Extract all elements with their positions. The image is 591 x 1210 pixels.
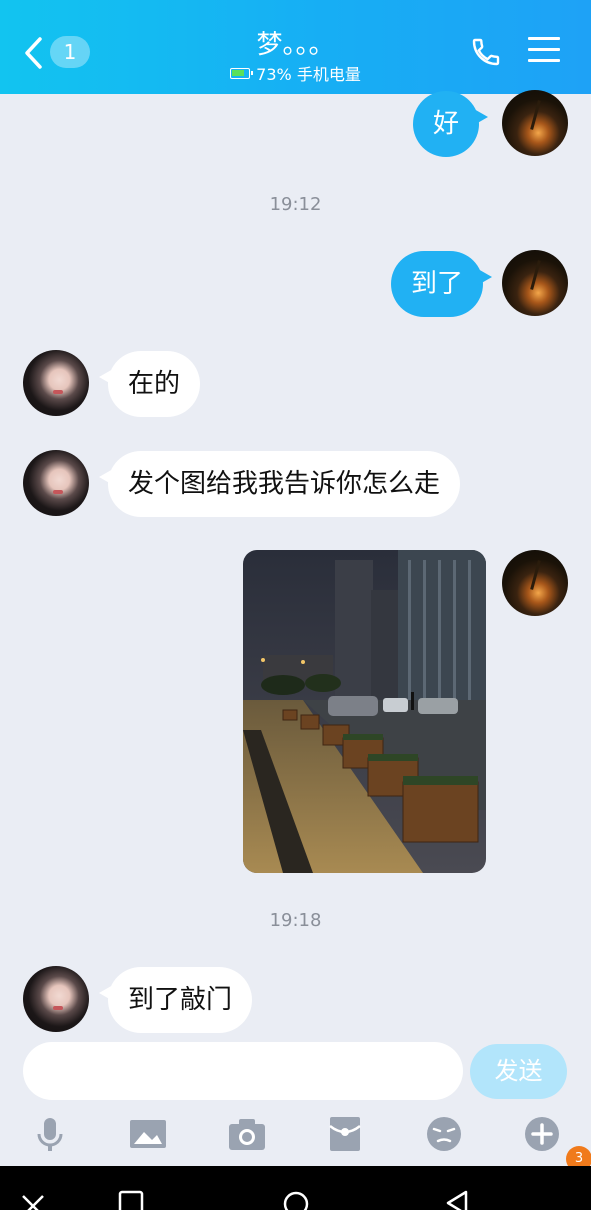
contact-name[interactable]: 梦。。。 xyxy=(150,24,441,61)
menu-icon xyxy=(528,37,560,40)
battery-status: 73% 手机电量 xyxy=(150,61,441,85)
back-nav-icon[interactable] xyxy=(444,1190,470,1210)
timestamp: 19:12 xyxy=(269,194,322,215)
menu-button[interactable] xyxy=(528,37,560,67)
contact-message-bubble[interactable]: 在的 xyxy=(98,351,201,417)
camera-icon[interactable] xyxy=(227,1114,267,1154)
my-avatar[interactable] xyxy=(502,550,568,616)
send-button[interactable]: 发送 xyxy=(470,1044,567,1099)
timestamp: 19:18 xyxy=(269,910,322,931)
plus-icon[interactable] xyxy=(522,1114,562,1154)
contact-avatar[interactable] xyxy=(23,450,89,516)
recent-apps-icon[interactable] xyxy=(118,1190,144,1210)
chat-header: 1 梦。。。 73% 手机电量 xyxy=(0,0,591,94)
image-icon[interactable] xyxy=(128,1114,168,1154)
message-input[interactable] xyxy=(23,1042,463,1100)
unread-count-badge: 1 xyxy=(50,36,90,68)
input-toolbar xyxy=(0,1110,591,1166)
phone-icon xyxy=(472,38,500,66)
battery-icon xyxy=(230,67,254,79)
chevron-left-icon xyxy=(25,37,42,69)
contact-avatar[interactable] xyxy=(23,350,89,416)
mic-icon[interactable] xyxy=(30,1114,70,1154)
close-icon[interactable] xyxy=(20,1190,46,1210)
photo-message[interactable] xyxy=(243,550,486,873)
my-avatar[interactable] xyxy=(502,250,568,316)
emoji-icon[interactable] xyxy=(424,1114,464,1154)
contact-message-bubble[interactable]: 到了敲门 xyxy=(98,967,253,1033)
battery-status-text: 73% 手机电量 xyxy=(256,65,361,84)
back-button[interactable]: 1 xyxy=(22,34,92,70)
contact-avatar[interactable] xyxy=(23,966,89,1032)
system-nav-bar xyxy=(0,1166,591,1210)
call-button[interactable] xyxy=(470,36,502,68)
my-message-bubble[interactable]: 到了 xyxy=(391,251,493,317)
my-message-bubble[interactable]: 好 xyxy=(413,91,489,157)
red-packet-icon[interactable] xyxy=(325,1114,365,1154)
home-icon[interactable] xyxy=(282,1190,310,1210)
street-photo xyxy=(243,550,486,873)
my-avatar[interactable] xyxy=(502,90,568,156)
contact-message-bubble[interactable]: 发个图给我我告诉你怎么走 xyxy=(98,451,461,517)
